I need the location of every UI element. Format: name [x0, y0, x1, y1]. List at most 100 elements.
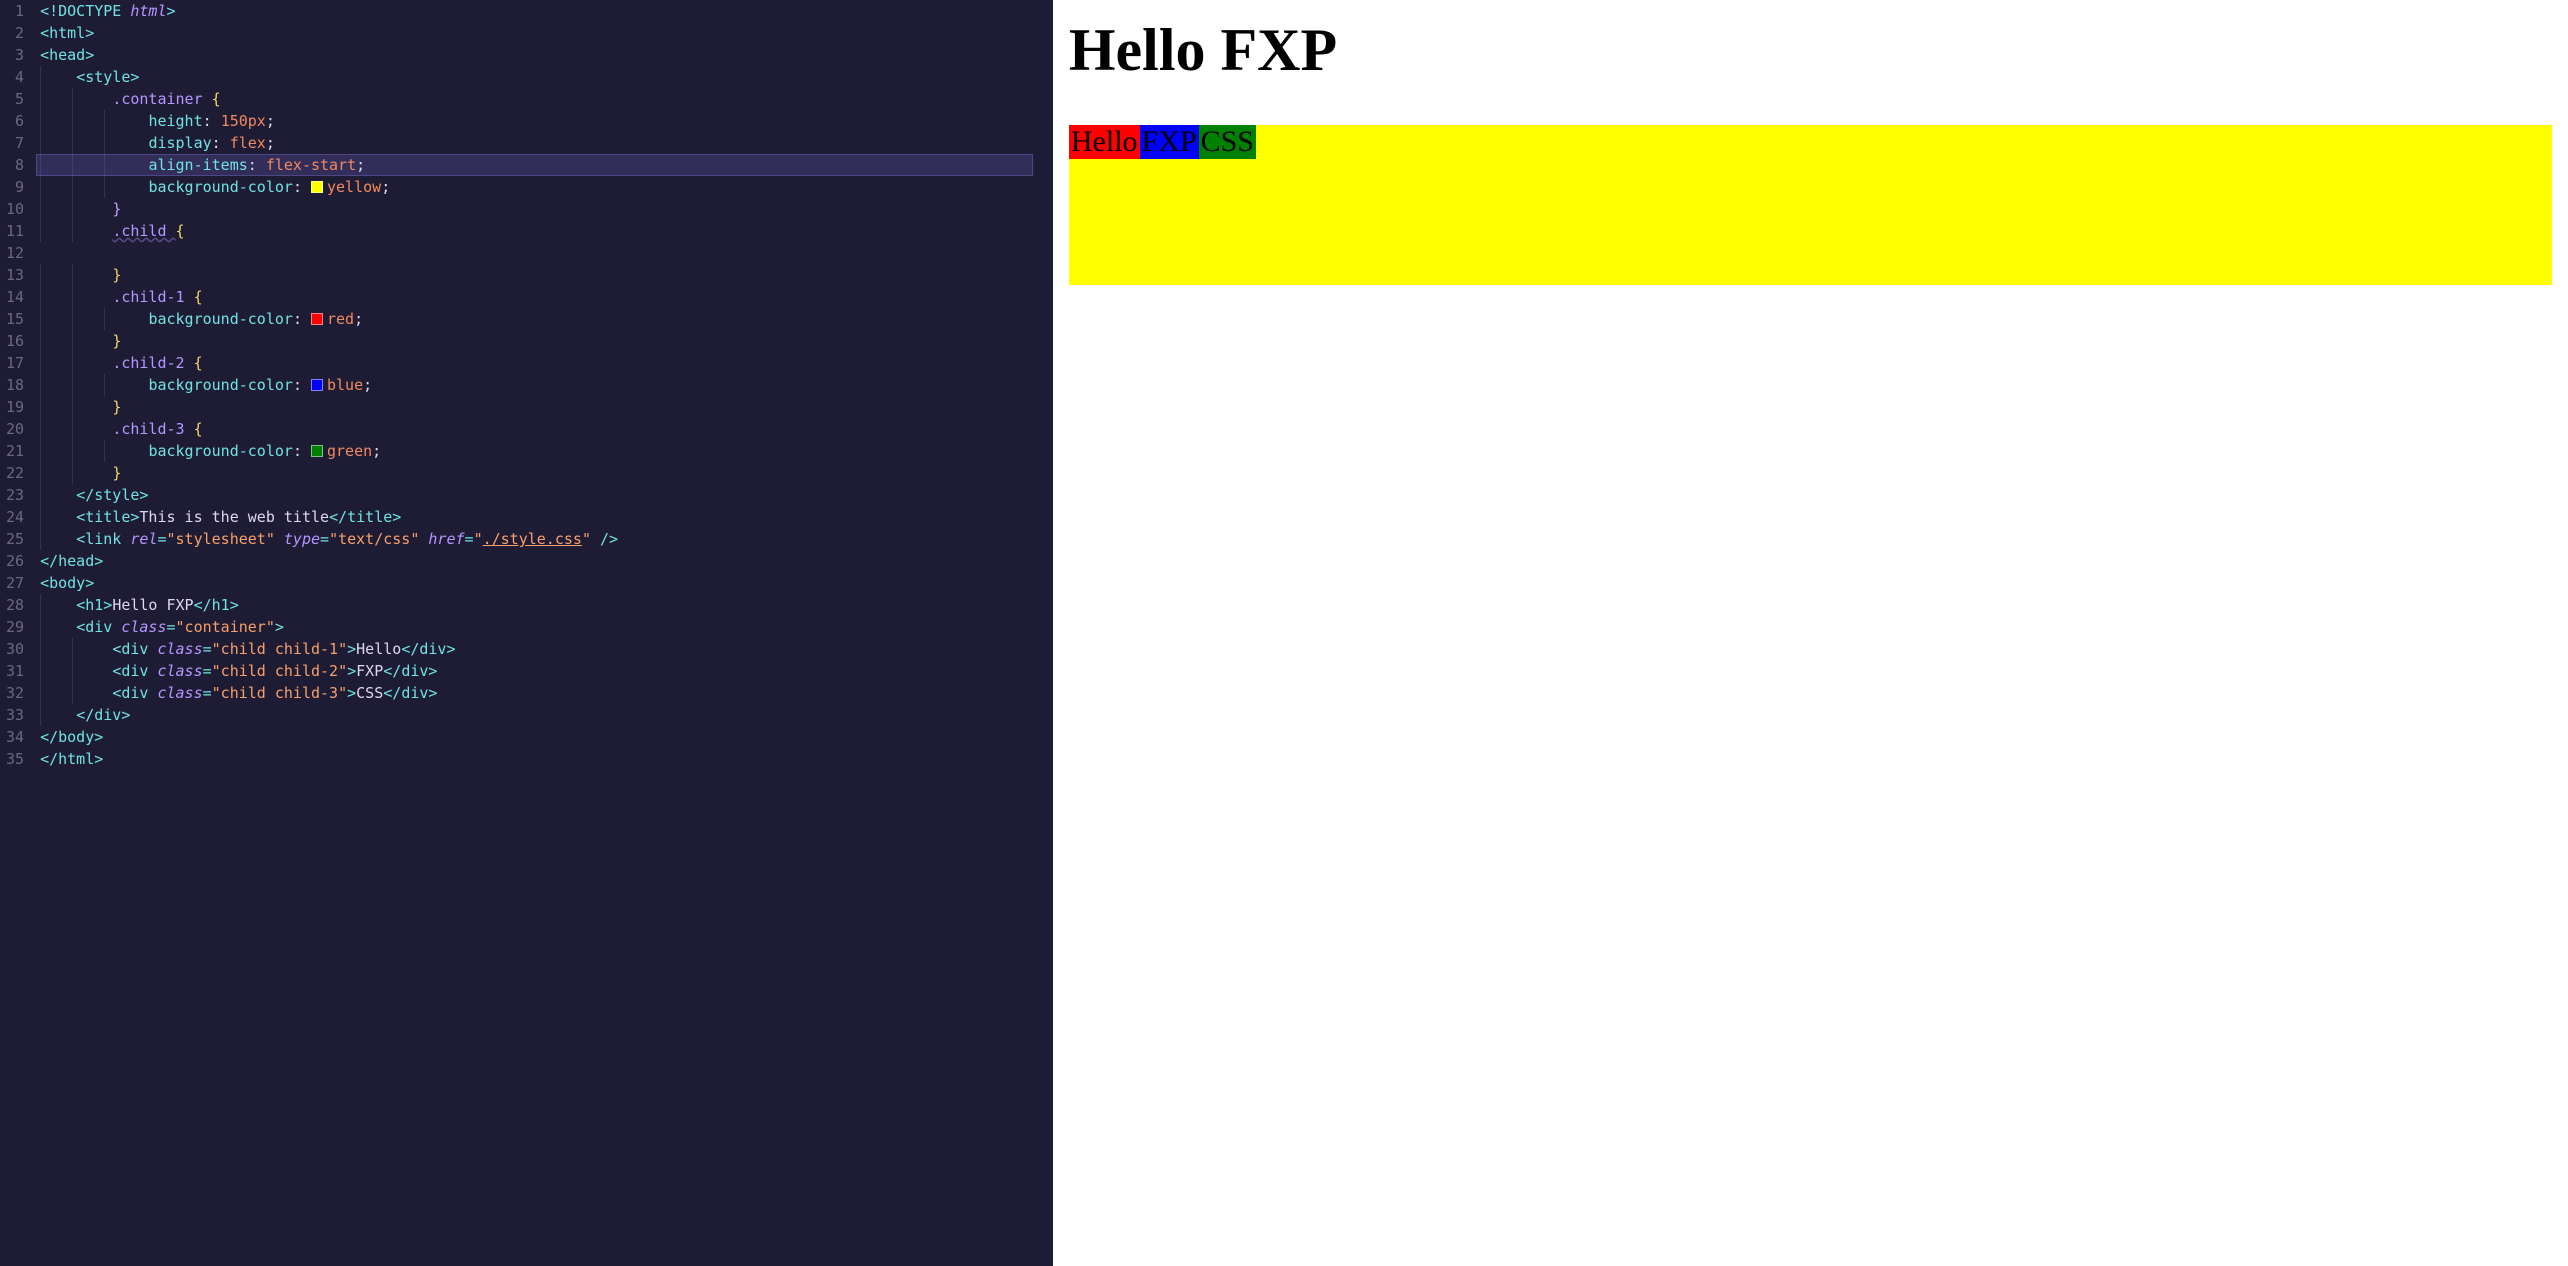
token-attr: rel [130, 530, 157, 548]
token-tag: html [58, 750, 94, 768]
code-line[interactable]: background-color: green; [36, 440, 1033, 462]
code-line[interactable]: <div class="child child-2">FXP</div> [36, 660, 1033, 682]
line-number: 33 [6, 704, 24, 726]
token-tag: link [85, 530, 130, 548]
token-tag: style [94, 486, 139, 504]
line-number: 8 [6, 154, 24, 176]
token-punct: = [320, 530, 329, 548]
token-selector: .child-3 [112, 420, 193, 438]
code-line[interactable]: <style> [36, 66, 1033, 88]
code-line[interactable]: background-color: red; [36, 308, 1033, 330]
token-text: : [212, 134, 230, 152]
token-attr: type [284, 530, 320, 548]
line-number: 15 [6, 308, 24, 330]
token-selector-underline: .child [112, 222, 175, 240]
token-tag: div [419, 640, 446, 658]
code-line[interactable]: <div class="container"> [36, 616, 1033, 638]
token-punct: </ [329, 508, 347, 526]
token-punct: > [85, 24, 94, 42]
code-line[interactable]: .container { [36, 88, 1033, 110]
code-line[interactable]: <link rel="stylesheet" type="text/css" h… [36, 528, 1033, 550]
code-line[interactable]: background-color: yellow; [36, 176, 1033, 198]
line-number: 28 [6, 594, 24, 616]
token-punct: </ [401, 640, 419, 658]
token-punct: < [76, 596, 85, 614]
code-line[interactable]: </head> [36, 550, 1033, 572]
code-line[interactable]: <head> [36, 44, 1033, 66]
code-line[interactable]: display: flex; [36, 132, 1033, 154]
code-editor-pane[interactable]: 1234567891011121314151617181920212223242… [0, 0, 1053, 1266]
token-value: 150px [221, 112, 266, 130]
code-line[interactable]: <div class="child child-3">CSS</div> [36, 682, 1033, 704]
token-attr: href [428, 530, 464, 548]
code-line[interactable]: .child-2 { [36, 352, 1033, 374]
line-number: 13 [6, 264, 24, 286]
token-text [275, 530, 284, 548]
token-tag: body [58, 728, 94, 746]
code-line[interactable]: </div> [36, 704, 1033, 726]
token-text: : [293, 442, 311, 460]
token-punct: > [275, 618, 284, 636]
code-area[interactable]: <!DOCTYPE html><html><head> <style> .con… [36, 0, 1053, 1266]
token-punct: < [76, 508, 85, 526]
line-number: 14 [6, 286, 24, 308]
token-punct: </ [383, 662, 401, 680]
code-line[interactable]: } [36, 330, 1033, 352]
token-punct: < [40, 2, 49, 20]
token-string: " [474, 530, 483, 548]
line-number: 29 [6, 616, 24, 638]
line-number: 34 [6, 726, 24, 748]
code-line[interactable]: </style> [36, 484, 1033, 506]
code-line[interactable]: height: 150px; [36, 110, 1033, 132]
code-line[interactable]: } [36, 264, 1033, 286]
token-punct: > [85, 46, 94, 64]
token-punct: > [139, 486, 148, 504]
line-number: 21 [6, 440, 24, 462]
token-selector: .container [112, 90, 211, 108]
line-number: 3 [6, 44, 24, 66]
token-tag: title [85, 508, 130, 526]
line-number: 31 [6, 660, 24, 682]
code-line[interactable]: <h1>Hello FXP</h1> [36, 594, 1033, 616]
line-number: 10 [6, 198, 24, 220]
token-text: : [248, 156, 266, 174]
token-brace: } [112, 332, 121, 350]
code-line[interactable]: <div class="child child-1">Hello</div> [36, 638, 1033, 660]
line-number: 12 [6, 242, 24, 264]
code-line[interactable]: <body> [36, 572, 1033, 594]
token-punct: = [203, 684, 212, 702]
code-line[interactable]: background-color: blue; [36, 374, 1033, 396]
code-line[interactable]: align-items: flex-start; [36, 154, 1033, 176]
line-number: 9 [6, 176, 24, 198]
token-punct: < [112, 684, 121, 702]
token-brace: { [194, 288, 203, 306]
line-number: 16 [6, 330, 24, 352]
flex-child: CSS [1199, 125, 1256, 159]
code-line[interactable]: <!DOCTYPE html> [36, 0, 1033, 22]
token-text: ; [372, 442, 381, 460]
code-line[interactable]: .child { [36, 220, 1033, 242]
token-string: "child child-3" [212, 684, 347, 702]
code-line[interactable]: .child-1 { [36, 286, 1033, 308]
code-line[interactable]: </body> [36, 726, 1033, 748]
token-value: blue [327, 376, 363, 394]
token-attr: class [157, 640, 202, 658]
token-punct: > [103, 596, 112, 614]
token-punct: < [76, 618, 85, 636]
token-punct: = [167, 618, 176, 636]
browser-preview-pane: Hello FXP HelloFXPCSS [1053, 0, 2568, 1266]
token-brace: } [112, 398, 121, 416]
token-text: ; [363, 376, 372, 394]
code-line[interactable] [36, 242, 1033, 264]
token-punct: < [112, 640, 121, 658]
code-line[interactable]: <html> [36, 22, 1033, 44]
code-line[interactable]: <title>This is the web title</title> [36, 506, 1033, 528]
code-line[interactable]: </html> [36, 748, 1033, 770]
code-line[interactable]: .child-3 { [36, 418, 1033, 440]
token-text: ; [266, 134, 275, 152]
token-brace: { [176, 222, 185, 240]
code-line[interactable]: } [36, 198, 1033, 220]
code-line[interactable]: } [36, 396, 1033, 418]
token-brace: { [194, 354, 203, 372]
code-line[interactable]: } [36, 462, 1033, 484]
